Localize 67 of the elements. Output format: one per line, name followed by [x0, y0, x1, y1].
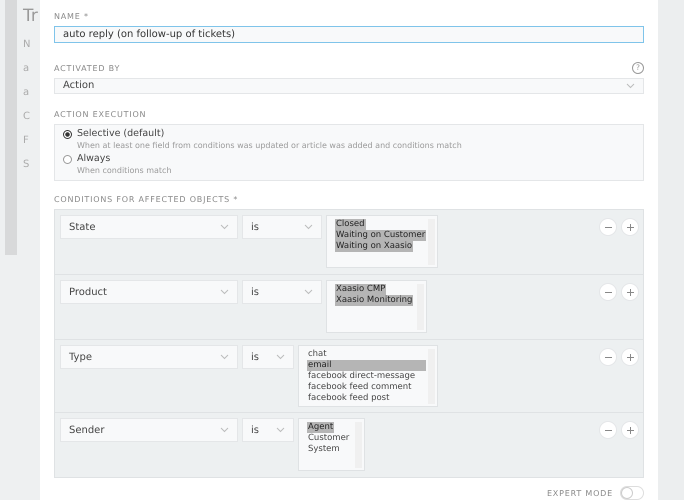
expert-mode-toggle[interactable] [620, 486, 644, 500]
multi-select-list[interactable]: chat email facebook direct-message facebook feed comment facebook feed post [298, 345, 438, 407]
chevron-down-icon [276, 354, 285, 360]
list-row-text: a [23, 63, 30, 74]
chevron-down-icon [220, 289, 229, 295]
list-option[interactable]: System [307, 444, 341, 455]
list-option[interactable]: facebook direct-message [307, 371, 416, 382]
radio-label: Selective (default) [77, 128, 166, 139]
chevron-down-icon [626, 82, 635, 89]
operator-select[interactable]: is [242, 280, 322, 304]
chevron-down-icon [220, 427, 229, 433]
field-label: NAME * [54, 12, 90, 21]
page-title: Tr [23, 6, 38, 26]
name-input[interactable]: auto reply (on follow-up of tickets) [54, 26, 644, 42]
multi-select-list[interactable]: Closed Waiting on Customer Waiting on Xaasio [326, 215, 438, 268]
list-option[interactable]: chat [307, 349, 328, 360]
list-option[interactable]: Waiting on Xaasio [335, 241, 414, 252]
radio-description: When conditions match [77, 166, 172, 175]
remove-condition-button[interactable] [599, 421, 617, 439]
multi-select-list[interactable]: Xaasio CMP Xaasio Monitoring [326, 280, 427, 333]
attribute-select[interactable]: Sender [60, 418, 238, 442]
radio-button[interactable] [63, 155, 72, 164]
multi-select-list[interactable]: Agent Customer System [298, 418, 365, 471]
list-option[interactable]: Agent [307, 422, 334, 433]
list-row-text: a [23, 87, 30, 98]
remove-condition-button[interactable] [599, 348, 617, 366]
list-row-text: N [23, 39, 32, 50]
attribute-select[interactable]: Product [60, 280, 238, 304]
chevron-down-icon [304, 224, 313, 230]
list-option[interactable]: Xaasio CMP [335, 284, 386, 295]
list-option[interactable]: Closed [335, 219, 366, 230]
field-label: CONDITIONS FOR AFFECTED OBJECTS * [54, 195, 240, 204]
add-condition-button[interactable] [621, 218, 639, 236]
list-option[interactable]: facebook feed comment [307, 382, 412, 393]
attribute-select[interactable]: Type [60, 345, 238, 369]
field-label: ACTION EXECUTION [54, 110, 148, 119]
operator-select[interactable]: is [242, 345, 294, 369]
plus-icon [626, 222, 634, 232]
radio-description: When at least one field from conditions was updated or article was added and conditions match [77, 141, 462, 150]
add-condition-button[interactable] [621, 348, 639, 366]
chevron-down-icon [220, 224, 229, 230]
expert-mode-label: EXPERT MODE [546, 488, 613, 498]
add-condition-button[interactable] [621, 421, 639, 439]
remove-condition-button[interactable] [599, 283, 617, 301]
activated-by-select[interactable]: Action [54, 78, 644, 94]
remove-condition-button[interactable] [599, 218, 617, 236]
radio-label: Always [77, 153, 112, 164]
add-condition-button[interactable] [621, 283, 639, 301]
list-option[interactable]: facebook feed post [307, 393, 390, 404]
chevron-down-icon [220, 354, 229, 360]
list-option[interactable]: Customer [307, 433, 350, 444]
list-row-text: C [23, 111, 31, 122]
list-option[interactable]: email [307, 360, 426, 371]
chevron-down-icon [304, 289, 313, 295]
list-row-text: F [23, 135, 30, 146]
plus-icon [626, 288, 634, 296]
plus-icon [626, 352, 634, 362]
radio-button[interactable] [63, 130, 72, 139]
list-option[interactable]: Waiting on Customer [335, 230, 426, 241]
list-option[interactable]: Xaasio Monitoring [335, 295, 414, 306]
operator-select[interactable]: is [242, 215, 322, 239]
attribute-select[interactable]: State [60, 215, 238, 239]
operator-select[interactable]: is [242, 418, 294, 442]
field-label: ACTIVATED BY [54, 64, 120, 72]
chevron-down-icon [276, 427, 285, 433]
list-row-text: S [23, 159, 30, 170]
plus-icon [626, 426, 634, 434]
